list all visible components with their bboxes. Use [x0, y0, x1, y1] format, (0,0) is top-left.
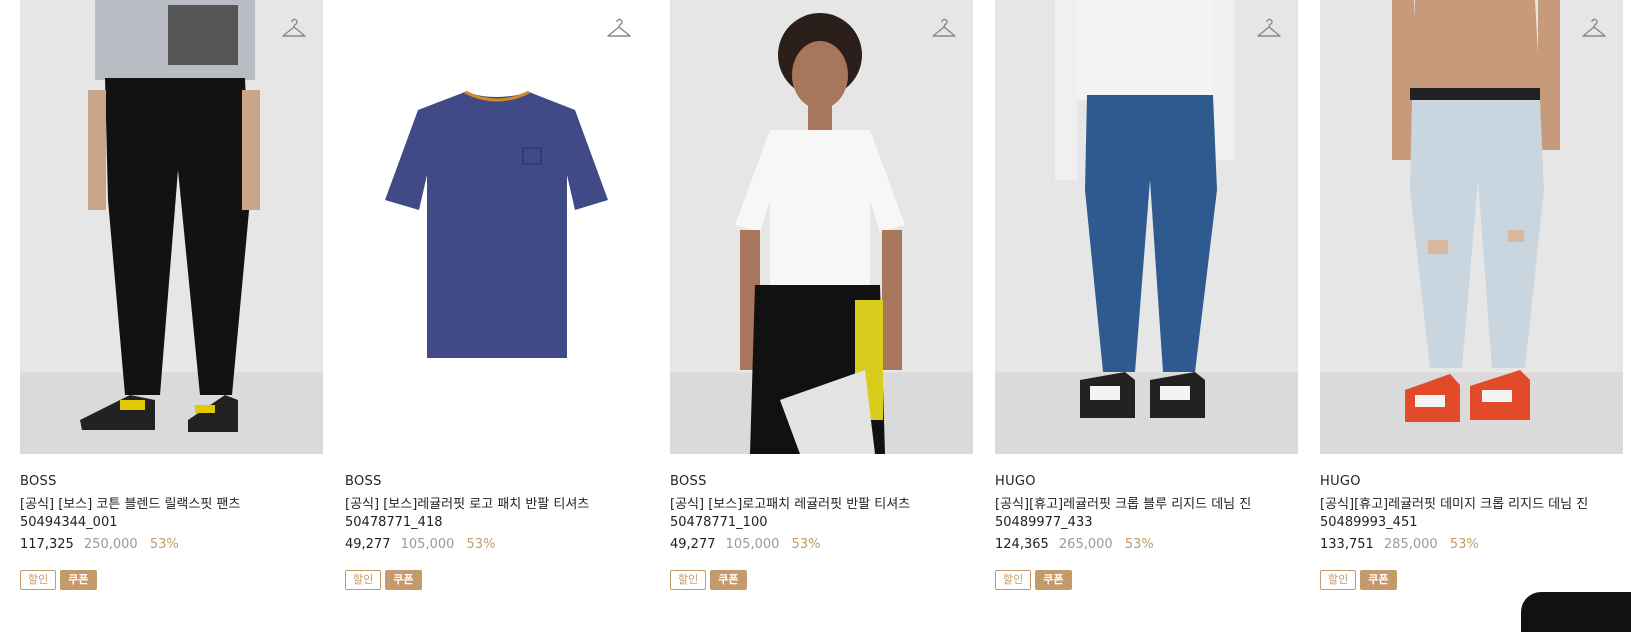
- coupon-badge: 쿠폰: [60, 570, 97, 590]
- badge-list: 할인 쿠폰: [670, 570, 973, 590]
- floating-button[interactable]: [1521, 592, 1631, 632]
- price-row: 133,751 285,000 53%: [1320, 536, 1623, 554]
- brand-name: BOSS: [345, 474, 382, 489]
- white-tshirt-photo: [735, 13, 905, 454]
- black-pants-photo: [80, 0, 260, 432]
- discount-rate: 53%: [1449, 537, 1479, 552]
- product-image[interactable]: [1320, 0, 1623, 454]
- product-card[interactable]: HUGO [공식][휴고]레귤러핏 데미지 크롭 리지드 데님 진 504899…: [1320, 0, 1623, 590]
- product-card[interactable]: HUGO [공식][휴고]레귤러핏 크롭 블루 리지드 데님 진 5048997…: [995, 0, 1298, 590]
- product-code: 50478771_100: [670, 515, 768, 530]
- hanger-icon[interactable]: [281, 16, 307, 42]
- sale-price: 49,277: [345, 537, 391, 552]
- product-code: 50478771_418: [345, 515, 443, 530]
- price-row: 117,325 250,000 53%: [20, 536, 323, 554]
- brand-name: BOSS: [670, 474, 707, 489]
- product-card[interactable]: BOSS [공식] [보스]로고패치 레귤러핏 반팔 티셔츠 50478771_…: [670, 0, 973, 590]
- product-code: 50489977_433: [995, 515, 1093, 530]
- product-name[interactable]: [공식] [보스] 코튼 블렌드 릴랙스핏 팬츠: [20, 496, 323, 514]
- product-image[interactable]: [995, 0, 1298, 454]
- product-image[interactable]: [345, 0, 648, 454]
- badge-list: 할인 쿠폰: [345, 570, 648, 590]
- product-name[interactable]: [공식] [보스]로고패치 레귤러핏 반팔 티셔츠: [670, 496, 973, 514]
- price-row: 49,277 105,000 53%: [670, 536, 973, 554]
- hanger-icon[interactable]: [1581, 16, 1607, 42]
- navy-tshirt-photo: [385, 90, 608, 358]
- original-price: 285,000: [1383, 537, 1438, 552]
- hanger-icon[interactable]: [606, 16, 632, 42]
- original-price: 105,000: [400, 537, 455, 552]
- discount-badge: 할인: [1320, 570, 1357, 590]
- hanger-icon[interactable]: [1256, 16, 1282, 42]
- badge-list: 할인 쿠폰: [995, 570, 1298, 590]
- price-row: 124,365 265,000 53%: [995, 536, 1298, 554]
- discount-badge: 할인: [345, 570, 382, 590]
- sale-price: 133,751: [1320, 537, 1374, 552]
- brand-name: BOSS: [20, 474, 57, 489]
- product-card[interactable]: BOSS [공식] [보스] 코튼 블렌드 릴랙스핏 팬츠 50494344_0…: [20, 0, 323, 590]
- sale-price: 49,277: [670, 537, 716, 552]
- product-image[interactable]: [670, 0, 973, 454]
- discount-rate: 53%: [791, 537, 821, 552]
- discount-badge: 할인: [995, 570, 1032, 590]
- coupon-badge: 쿠폰: [385, 570, 422, 590]
- original-price: 265,000: [1058, 537, 1113, 552]
- sale-price: 124,365: [995, 537, 1049, 552]
- discount-badge: 할인: [20, 570, 57, 590]
- product-card[interactable]: BOSS [공식] [보스]레귤러핏 로고 패치 반팔 티셔츠 50478771…: [345, 0, 648, 590]
- coupon-badge: 쿠폰: [1360, 570, 1397, 590]
- brand-name: HUGO: [995, 474, 1036, 489]
- product-code: 50494344_001: [20, 515, 118, 530]
- coupon-badge: 쿠폰: [710, 570, 747, 590]
- product-name[interactable]: [공식] [보스]레귤러핏 로고 패치 반팔 티셔츠: [345, 496, 648, 514]
- discount-rate: 53%: [1124, 537, 1154, 552]
- product-code: 50489993_451: [1320, 515, 1418, 530]
- blue-jeans-photo: [1055, 0, 1235, 418]
- product-grid: BOSS [공식] [보스] 코튼 블렌드 릴랙스핏 팬츠 50494344_0…: [20, 0, 1623, 590]
- badge-list: 할인 쿠폰: [20, 570, 323, 590]
- original-price: 250,000: [83, 537, 138, 552]
- discount-badge: 할인: [670, 570, 707, 590]
- badge-list: 할인 쿠폰: [1320, 570, 1623, 590]
- original-price: 105,000: [725, 537, 780, 552]
- sale-price: 117,325: [20, 537, 74, 552]
- hanger-icon[interactable]: [931, 16, 957, 42]
- product-name[interactable]: [공식][휴고]레귤러핏 데미지 크롭 리지드 데님 진: [1320, 496, 1623, 514]
- product-image[interactable]: [20, 0, 323, 454]
- product-name[interactable]: [공식][휴고]레귤러핏 크롭 블루 리지드 데님 진: [995, 496, 1298, 514]
- discount-rate: 53%: [466, 537, 496, 552]
- brand-name: HUGO: [1320, 474, 1361, 489]
- light-jeans-photo: [1392, 0, 1560, 422]
- price-row: 49,277 105,000 53%: [345, 536, 648, 554]
- discount-rate: 53%: [149, 537, 179, 552]
- coupon-badge: 쿠폰: [1035, 570, 1072, 590]
